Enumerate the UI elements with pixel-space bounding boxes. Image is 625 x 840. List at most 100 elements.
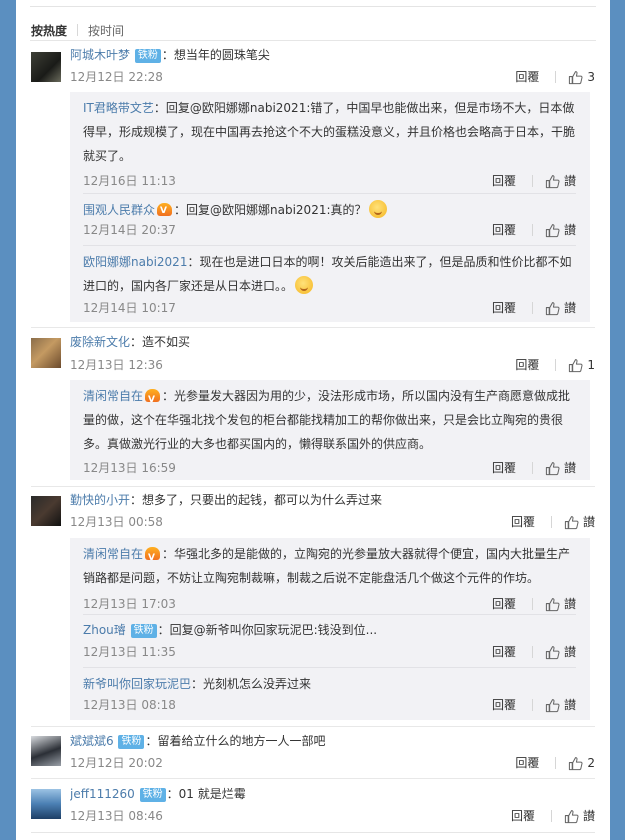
like-button[interactable]: 讃 — [545, 300, 576, 316]
like-label: 讃 — [563, 461, 576, 475]
like-button[interactable]: 讃 — [545, 644, 576, 660]
like-button[interactable]: 讃 — [545, 173, 576, 189]
divider — [550, 810, 552, 822]
comment-username[interactable]: 斌斌斌6 — [70, 734, 114, 748]
reply-button[interactable]: 回覆 — [492, 222, 516, 238]
like-button[interactable]: 2 — [568, 755, 595, 771]
reply-button[interactable]: 回覆 — [511, 514, 535, 530]
reply-time: 12月14日 20:37 — [83, 223, 176, 237]
avatar[interactable] — [31, 338, 61, 368]
reply-username[interactable]: 围观人民群众 — [83, 203, 155, 217]
reply-time: 12月13日 16:59 — [83, 461, 176, 475]
vip-icon — [145, 546, 161, 570]
like-button[interactable]: 讃 — [564, 514, 595, 530]
thumbs-up-icon — [545, 698, 560, 712]
comment-text: ：造不如买 — [130, 335, 191, 349]
reply-username[interactable]: 欧阳娜娜nabi2021 — [83, 255, 187, 269]
thumbs-up-icon — [564, 809, 579, 823]
like-button[interactable]: 讃 — [545, 697, 576, 713]
like-button[interactable]: 1 — [568, 357, 595, 373]
thumbs-up-icon — [545, 174, 560, 188]
thumbs-up-icon — [569, 756, 583, 770]
reply-text: ：光刻机怎么没弄过来 — [191, 677, 312, 691]
divider — [31, 327, 595, 328]
thumbs-up-icon — [569, 70, 583, 84]
reply-button[interactable]: 回覆 — [492, 644, 516, 660]
thumbs-up-icon — [545, 301, 560, 315]
avatar[interactable] — [31, 496, 61, 526]
reply-list: IT君略带文艺：回复@欧阳娜娜nabi2021:错了，中国早也能做出来，但是市场… — [70, 92, 590, 322]
comment-text: ：想当年的圆珠笔尖 — [161, 48, 270, 62]
comment-text: ：留着给立什么的地方一人一部吧 — [145, 734, 326, 748]
reply-button[interactable]: 回覆 — [492, 596, 516, 612]
avatar[interactable] — [31, 789, 61, 819]
reply-text: ：回复@新爷叫你回家玩泥巴:钱没到位... — [157, 623, 378, 637]
like-label: 讃 — [563, 698, 576, 712]
reply-button[interactable]: 回覆 — [492, 173, 516, 189]
thumbs-up-icon — [545, 645, 560, 659]
sort-by-hot-tab[interactable]: 按热度 — [31, 22, 67, 39]
like-button[interactable]: 讃 — [564, 808, 595, 824]
like-label: 讃 — [563, 223, 576, 237]
comment-username[interactable]: 阿城木叶梦 — [70, 48, 130, 62]
reply-text: ：回复@欧阳娜娜nabi2021:错了，中国早也能做出来，但是市场不大，日本做得… — [83, 101, 576, 163]
reply-username[interactable]: IT君略带文艺 — [83, 101, 154, 115]
reply-button[interactable]: 回覆 — [515, 69, 539, 85]
sort-by-time-tab[interactable]: 按时间 — [88, 22, 124, 39]
like-label: 讃 — [582, 515, 595, 529]
reply-button[interactable]: 回覆 — [492, 300, 516, 316]
like-count: 1 — [587, 358, 595, 372]
thumbs-up-icon — [564, 515, 579, 529]
comment-text: ：想多了，只要出的起钱，都可以为什么弄过来 — [130, 493, 383, 507]
fan-badge: 铁粉 — [118, 735, 145, 749]
comment-panel: 按热度 按时间 阿城木叶梦 铁粉 ：想当年的圆珠笔尖 12月12日 22:28 回… — [16, 0, 610, 840]
fan-badge: 铁粉 — [130, 624, 157, 638]
like-label: 讃 — [563, 597, 576, 611]
like-button[interactable]: 3 — [568, 69, 595, 85]
like-button[interactable]: 讃 — [545, 596, 576, 612]
reply-button[interactable]: 回覆 — [515, 357, 539, 373]
fan-badge: 铁粉 — [139, 788, 166, 802]
reply-time: 12月13日 11:35 — [83, 645, 176, 659]
divider — [77, 24, 79, 36]
like-button[interactable]: 讃 — [545, 222, 576, 238]
reply-time: 12月16日 11:13 — [83, 174, 176, 188]
comment-username[interactable]: jeff111260 — [70, 787, 135, 801]
reply-button[interactable]: 回覆 — [515, 755, 539, 771]
comment-username[interactable]: 勤快的小开 — [70, 493, 130, 507]
like-button[interactable]: 讃 — [545, 460, 576, 476]
reply-text: ：回复@欧阳娜娜nabi2021:真的？ — [174, 203, 367, 217]
divider — [531, 462, 533, 474]
like-label: 讃 — [563, 301, 576, 315]
divider — [31, 486, 595, 487]
like-label: 讃 — [563, 174, 576, 188]
like-count: 3 — [587, 70, 595, 84]
reply-username[interactable]: Zhou璿 — [83, 623, 126, 637]
reply-list: 清闲常自在：华强北多的是能做的，立陶宛的光参量放大器就得个便宜，国内大批量生产销… — [70, 538, 590, 720]
reply-button[interactable]: 回覆 — [492, 697, 516, 713]
smile-emoji-icon — [368, 200, 387, 218]
divider — [83, 193, 576, 194]
divider — [83, 245, 576, 246]
reply-button[interactable]: 回覆 — [511, 808, 535, 824]
avatar[interactable] — [31, 52, 61, 82]
divider — [531, 302, 533, 314]
avatar[interactable] — [31, 736, 61, 766]
comment-time: 12月13日 12:36 — [70, 358, 163, 372]
like-label: 讃 — [563, 645, 576, 659]
reply-button[interactable]: 回覆 — [492, 460, 516, 476]
divider — [30, 40, 596, 41]
vip-icon — [145, 388, 161, 412]
comment-text: ：01 就是烂霉 — [166, 787, 246, 801]
divider — [550, 516, 552, 528]
fan-badge: 铁粉 — [134, 49, 161, 63]
divider — [31, 778, 595, 779]
reply-username[interactable]: 清闲常自在 — [83, 547, 143, 561]
reply-time: 12月14日 10:17 — [83, 301, 176, 315]
comment-username[interactable]: 废除新文化 — [70, 335, 130, 349]
divider — [30, 6, 596, 7]
like-count: 2 — [587, 756, 595, 770]
reply-username[interactable]: 新爷叫你回家玩泥巴 — [83, 677, 191, 691]
reply-username[interactable]: 清闲常自在 — [83, 389, 143, 403]
reply-list: 清闲常自在：光参量发大器因为用的少，没法形成市场，所以国内没有生产商愿意做成批量… — [70, 380, 590, 480]
